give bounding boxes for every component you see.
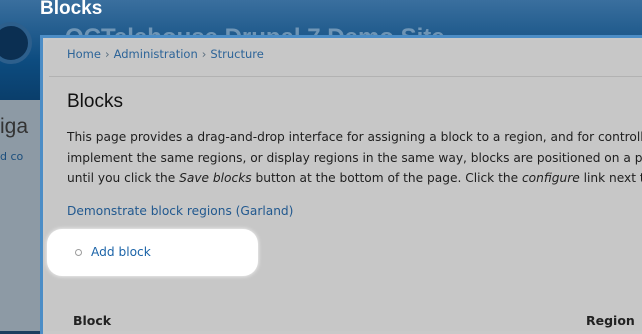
description-line: until you click the Save blocks button a…	[67, 171, 642, 185]
breadcrumb: Home › Administration › Structure	[67, 47, 264, 61]
description-line: This page provides a drag-and-drop inter…	[67, 130, 642, 144]
configure-emphasis: configure	[521, 171, 580, 185]
background-page-title: Blocks	[40, 0, 103, 19]
header-divider	[49, 76, 642, 77]
demonstrate-block-regions-link[interactable]: Demonstrate block regions (Garland)	[67, 204, 293, 218]
page-title: Blocks	[67, 91, 123, 112]
table-header-region: Region	[586, 313, 635, 328]
breadcrumb-administration[interactable]: Administration	[114, 47, 198, 61]
breadcrumb-separator: ›	[104, 47, 110, 61]
breadcrumb-separator: ›	[201, 47, 207, 61]
table-header-block: Block	[73, 313, 112, 328]
bullet-icon	[75, 249, 82, 256]
background-partial-heading: iga	[0, 115, 29, 138]
background-partial-text: d co	[0, 150, 24, 163]
breadcrumb-home[interactable]: Home	[67, 47, 101, 61]
page-description: This page provides a drag-and-drop inter…	[67, 127, 642, 189]
breadcrumb-structure[interactable]: Structure	[210, 47, 264, 61]
description-line: implement the same regions, or display r…	[67, 150, 642, 165]
add-block-link[interactable]: Add block	[91, 245, 151, 259]
save-blocks-emphasis: Save blocks	[179, 171, 252, 185]
